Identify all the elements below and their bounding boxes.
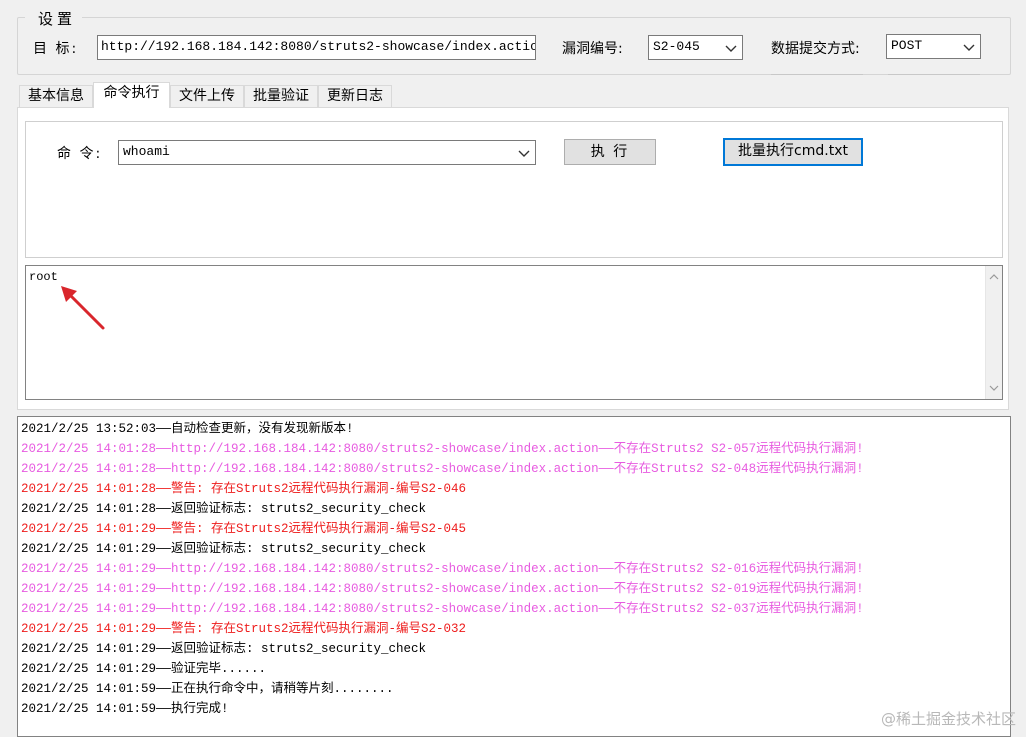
output-scrollbar[interactable]	[985, 266, 1002, 399]
log-line: 2021/2/25 13:52:03——自动检查更新，没有发现新版本!	[21, 422, 354, 436]
scroll-up-icon[interactable]	[989, 272, 999, 282]
execute-button[interactable]: 执 行	[564, 139, 656, 165]
annotation-arrow-icon	[61, 286, 105, 330]
vuln-id-label: 漏洞编号:	[562, 41, 623, 57]
target-url-input[interactable]: http://192.168.184.142:8080/struts2-show…	[97, 35, 536, 60]
chevron-down-icon	[725, 45, 737, 52]
method-label: 数据提交方式:	[771, 41, 860, 57]
command-input[interactable]: whoami	[118, 140, 536, 165]
command-output-text: root	[29, 270, 58, 284]
chevron-down-icon	[963, 44, 975, 51]
log-line: 2021/2/25 14:01:28——警告: 存在Struts2远程代码执行漏…	[21, 482, 467, 496]
log-line: 2021/2/25 14:01:59——正在执行命令中，请稍等片刻.......…	[21, 682, 394, 696]
log-line: 2021/2/25 14:01:28——http://192.168.184.1…	[21, 462, 864, 476]
log-line: 2021/2/25 14:01:28——http://192.168.184.1…	[21, 442, 864, 456]
chevron-down-icon	[518, 150, 530, 157]
log-line: 2021/2/25 14:01:29——返回验证标志: struts2_secu…	[21, 542, 427, 556]
divider	[771, 74, 863, 75]
log-line: 2021/2/25 14:01:29——http://192.168.184.1…	[21, 602, 864, 616]
log-line: 2021/2/25 14:01:29——http://192.168.184.1…	[21, 582, 864, 596]
tab-command-exec[interactable]: 命令执行	[93, 82, 170, 108]
target-label: 目 标:	[33, 41, 79, 57]
settings-group-title: 设置	[25, 8, 83, 29]
tab-batch-verify[interactable]: 批量验证	[244, 85, 318, 107]
tab-basic-info[interactable]: 基本信息	[19, 85, 93, 107]
tab-update-log[interactable]: 更新日志	[318, 85, 392, 107]
tab-file-upload[interactable]: 文件上传	[170, 85, 244, 107]
log-line: 2021/2/25 14:01:29——http://192.168.184.1…	[21, 562, 864, 576]
vuln-id-value: S2-045	[653, 39, 700, 54]
log-line: 2021/2/25 14:01:29——警告: 存在Struts2远程代码执行漏…	[21, 622, 467, 636]
command-value: whoami	[123, 144, 170, 159]
method-select[interactable]: POST	[886, 34, 981, 59]
batch-execute-button[interactable]: 批量执行cmd.txt	[723, 138, 863, 166]
command-label: 命 令:	[57, 146, 103, 162]
log-line: 2021/2/25 14:01:59——执行完成!	[21, 702, 229, 716]
log-line: 2021/2/25 14:01:29——验证完毕......	[21, 662, 267, 676]
watermark: @稀土掘金技术社区	[880, 710, 1016, 728]
scroll-down-icon[interactable]	[989, 383, 999, 393]
vuln-id-select[interactable]: S2-045	[648, 35, 743, 60]
log-line: 2021/2/25 14:01:29——返回验证标志: struts2_secu…	[21, 642, 427, 656]
command-output[interactable]: root	[25, 265, 1003, 400]
method-value: POST	[891, 38, 923, 53]
log-panel[interactable]: 2021/2/25 13:52:03——自动检查更新，没有发现新版本! 2021…	[17, 416, 1011, 737]
divider	[888, 74, 980, 75]
log-line: 2021/2/25 14:01:29——警告: 存在Struts2远程代码执行漏…	[21, 522, 467, 536]
log-line: 2021/2/25 14:01:28——返回验证标志: struts2_secu…	[21, 502, 427, 516]
